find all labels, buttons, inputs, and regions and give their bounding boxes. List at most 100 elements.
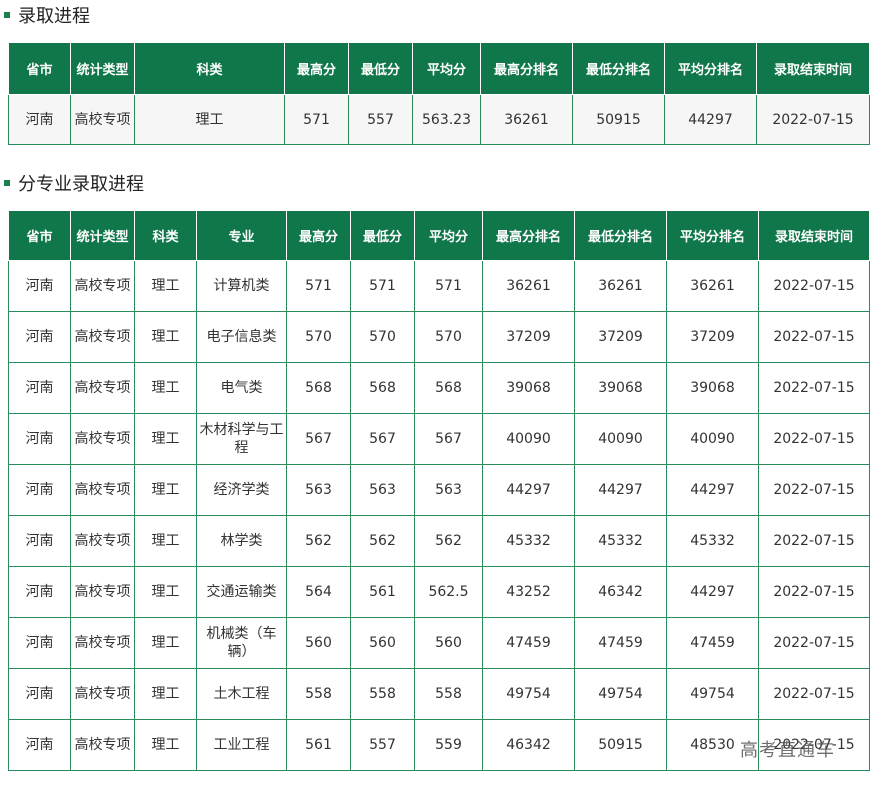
table-cell: 高校专项 bbox=[70, 566, 135, 618]
column-header: 最高分 bbox=[286, 210, 351, 261]
table-cell: 47459 bbox=[482, 617, 575, 669]
table-cell: 571 bbox=[350, 260, 415, 312]
watermark: 高考直通车 bbox=[740, 740, 835, 761]
admission-progress-table: 省市 统计类型 科类 最高分 最低分 平均分 最高分排名 最低分排名 平均分排名 录取结束时间 河… bbox=[8, 42, 870, 145]
table-cell: 2022-07-15 bbox=[758, 617, 870, 669]
table-cell: 558 bbox=[414, 668, 483, 720]
table-cell: 理工 bbox=[134, 617, 197, 669]
table-cell: 44297 bbox=[482, 464, 575, 516]
table-cell: 理工 bbox=[134, 311, 197, 363]
table-cell: 工业工程 bbox=[196, 719, 287, 771]
column-header: 最高分排名 bbox=[480, 42, 573, 95]
table-cell: 2022-07-15 bbox=[756, 94, 870, 145]
table-cell: 50915 bbox=[572, 94, 665, 145]
table-cell: 44297 bbox=[574, 464, 667, 516]
table-cell: 49754 bbox=[482, 668, 575, 720]
column-header: 科类 bbox=[134, 42, 285, 95]
table-cell: 2022-07-15 bbox=[758, 362, 870, 414]
column-header: 专业 bbox=[196, 210, 287, 261]
bullet-icon bbox=[4, 12, 10, 18]
column-header: 最高分排名 bbox=[482, 210, 575, 261]
table-cell: 37209 bbox=[666, 311, 759, 363]
table-cell: 河南 bbox=[8, 719, 71, 771]
table-cell: 567 bbox=[286, 413, 351, 465]
section-title-major-progress: 分专业录取进程 bbox=[4, 170, 144, 196]
table-cell: 560 bbox=[286, 617, 351, 669]
column-header: 省市 bbox=[8, 42, 71, 95]
table-row: 河南 高校专项 理工 土木工程 558 558 558 49754 49754 49754 2022… bbox=[8, 668, 870, 720]
table-cell: 高校专项 bbox=[70, 311, 135, 363]
table-cell: 45332 bbox=[666, 515, 759, 567]
table-cell: 45332 bbox=[574, 515, 667, 567]
table-cell: 50915 bbox=[574, 719, 667, 771]
table-cell: 高校专项 bbox=[70, 260, 135, 312]
table-cell: 563 bbox=[414, 464, 483, 516]
table-cell: 40090 bbox=[482, 413, 575, 465]
table-cell: 2022-07-15 bbox=[758, 413, 870, 465]
table-cell: 理工 bbox=[134, 413, 197, 465]
bullet-icon bbox=[4, 180, 10, 186]
table-cell: 高校专项 bbox=[70, 362, 135, 414]
table-cell: 560 bbox=[350, 617, 415, 669]
table-cell: 39068 bbox=[666, 362, 759, 414]
table-cell: 高校专项 bbox=[70, 668, 135, 720]
table-cell: 46342 bbox=[482, 719, 575, 771]
table-cell: 电气类 bbox=[196, 362, 287, 414]
table-cell: 交通运输类 bbox=[196, 566, 287, 618]
table-cell: 河南 bbox=[8, 515, 71, 567]
table-row: 河南 高校专项 理工 电气类 568 568 568 39068 39068 39068 2022-… bbox=[8, 362, 870, 414]
table-header-row: 省市 统计类型 科类 专业 最高分 最低分 平均分 最高分排名 最低分排名 平均分排名 录取结束时间 bbox=[8, 210, 870, 261]
column-header: 录取结束时间 bbox=[756, 42, 870, 95]
table-cell: 560 bbox=[414, 617, 483, 669]
table-cell: 林学类 bbox=[196, 515, 287, 567]
table-cell: 高校专项 bbox=[70, 617, 135, 669]
table-cell: 40090 bbox=[666, 413, 759, 465]
table-cell: 568 bbox=[350, 362, 415, 414]
table-cell: 570 bbox=[286, 311, 351, 363]
table-cell: 557 bbox=[350, 719, 415, 771]
table-cell: 2022-07-15 bbox=[758, 260, 870, 312]
table-cell: 49754 bbox=[574, 668, 667, 720]
table-cell: 561 bbox=[286, 719, 351, 771]
table-cell: 44297 bbox=[666, 566, 759, 618]
table-row: 河南 高校专项 理工 林学类 562 562 562 45332 45332 45332 2022-… bbox=[8, 515, 870, 567]
table-cell: 理工 bbox=[134, 464, 197, 516]
section-title-text: 录取进程 bbox=[18, 6, 90, 27]
table-cell: 37209 bbox=[482, 311, 575, 363]
table-cell: 44297 bbox=[666, 464, 759, 516]
table-row: 河南 高校专项 理工 计算机类 571 571 571 36261 36261 36261 2022… bbox=[8, 260, 870, 312]
table-cell: 河南 bbox=[8, 311, 71, 363]
column-header: 最低分排名 bbox=[572, 42, 665, 95]
table-cell: 河南 bbox=[8, 94, 71, 145]
table-cell: 36261 bbox=[480, 94, 573, 145]
table-cell: 43252 bbox=[482, 566, 575, 618]
table-cell: 563 bbox=[286, 464, 351, 516]
table-cell: 44297 bbox=[664, 94, 757, 145]
table-cell: 理工 bbox=[134, 515, 197, 567]
table-cell: 562 bbox=[350, 515, 415, 567]
table-cell: 河南 bbox=[8, 413, 71, 465]
table-cell: 562 bbox=[286, 515, 351, 567]
table-cell: 高校专项 bbox=[70, 94, 135, 145]
table-cell: 568 bbox=[286, 362, 351, 414]
table-cell: 567 bbox=[414, 413, 483, 465]
table-cell: 理工 bbox=[134, 362, 197, 414]
table-cell: 571 bbox=[414, 260, 483, 312]
table-row: 河南 高校专项 理工 571 557 563.23 36261 50915 44297 2022-… bbox=[8, 94, 870, 145]
table-row: 河南 高校专项 理工 经济学类 563 563 563 44297 44297 44297 2022… bbox=[8, 464, 870, 516]
table-cell: 电子信息类 bbox=[196, 311, 287, 363]
table-cell: 土木工程 bbox=[196, 668, 287, 720]
table-cell: 559 bbox=[414, 719, 483, 771]
table-cell: 经济学类 bbox=[196, 464, 287, 516]
table-cell: 2022-07-15 bbox=[758, 515, 870, 567]
table-cell: 49754 bbox=[666, 668, 759, 720]
table-row: 河南 高校专项 理工 木材科学与工程 567 567 567 40090 40090 40090 2… bbox=[8, 413, 870, 465]
table-cell: 2022-07-15 bbox=[758, 566, 870, 618]
table-header-row: 省市 统计类型 科类 最高分 最低分 平均分 最高分排名 最低分排名 平均分排名 录取结束时间 bbox=[8, 42, 870, 95]
table-cell: 562 bbox=[414, 515, 483, 567]
table-cell: 河南 bbox=[8, 362, 71, 414]
major-admission-progress-table: 省市 统计类型 科类 专业 最高分 最低分 平均分 最高分排名 最低分排名 平均分排名 录取结束时间… bbox=[8, 210, 870, 771]
column-header: 统计类型 bbox=[70, 210, 135, 261]
table-cell: 37209 bbox=[574, 311, 667, 363]
table-cell: 39068 bbox=[482, 362, 575, 414]
